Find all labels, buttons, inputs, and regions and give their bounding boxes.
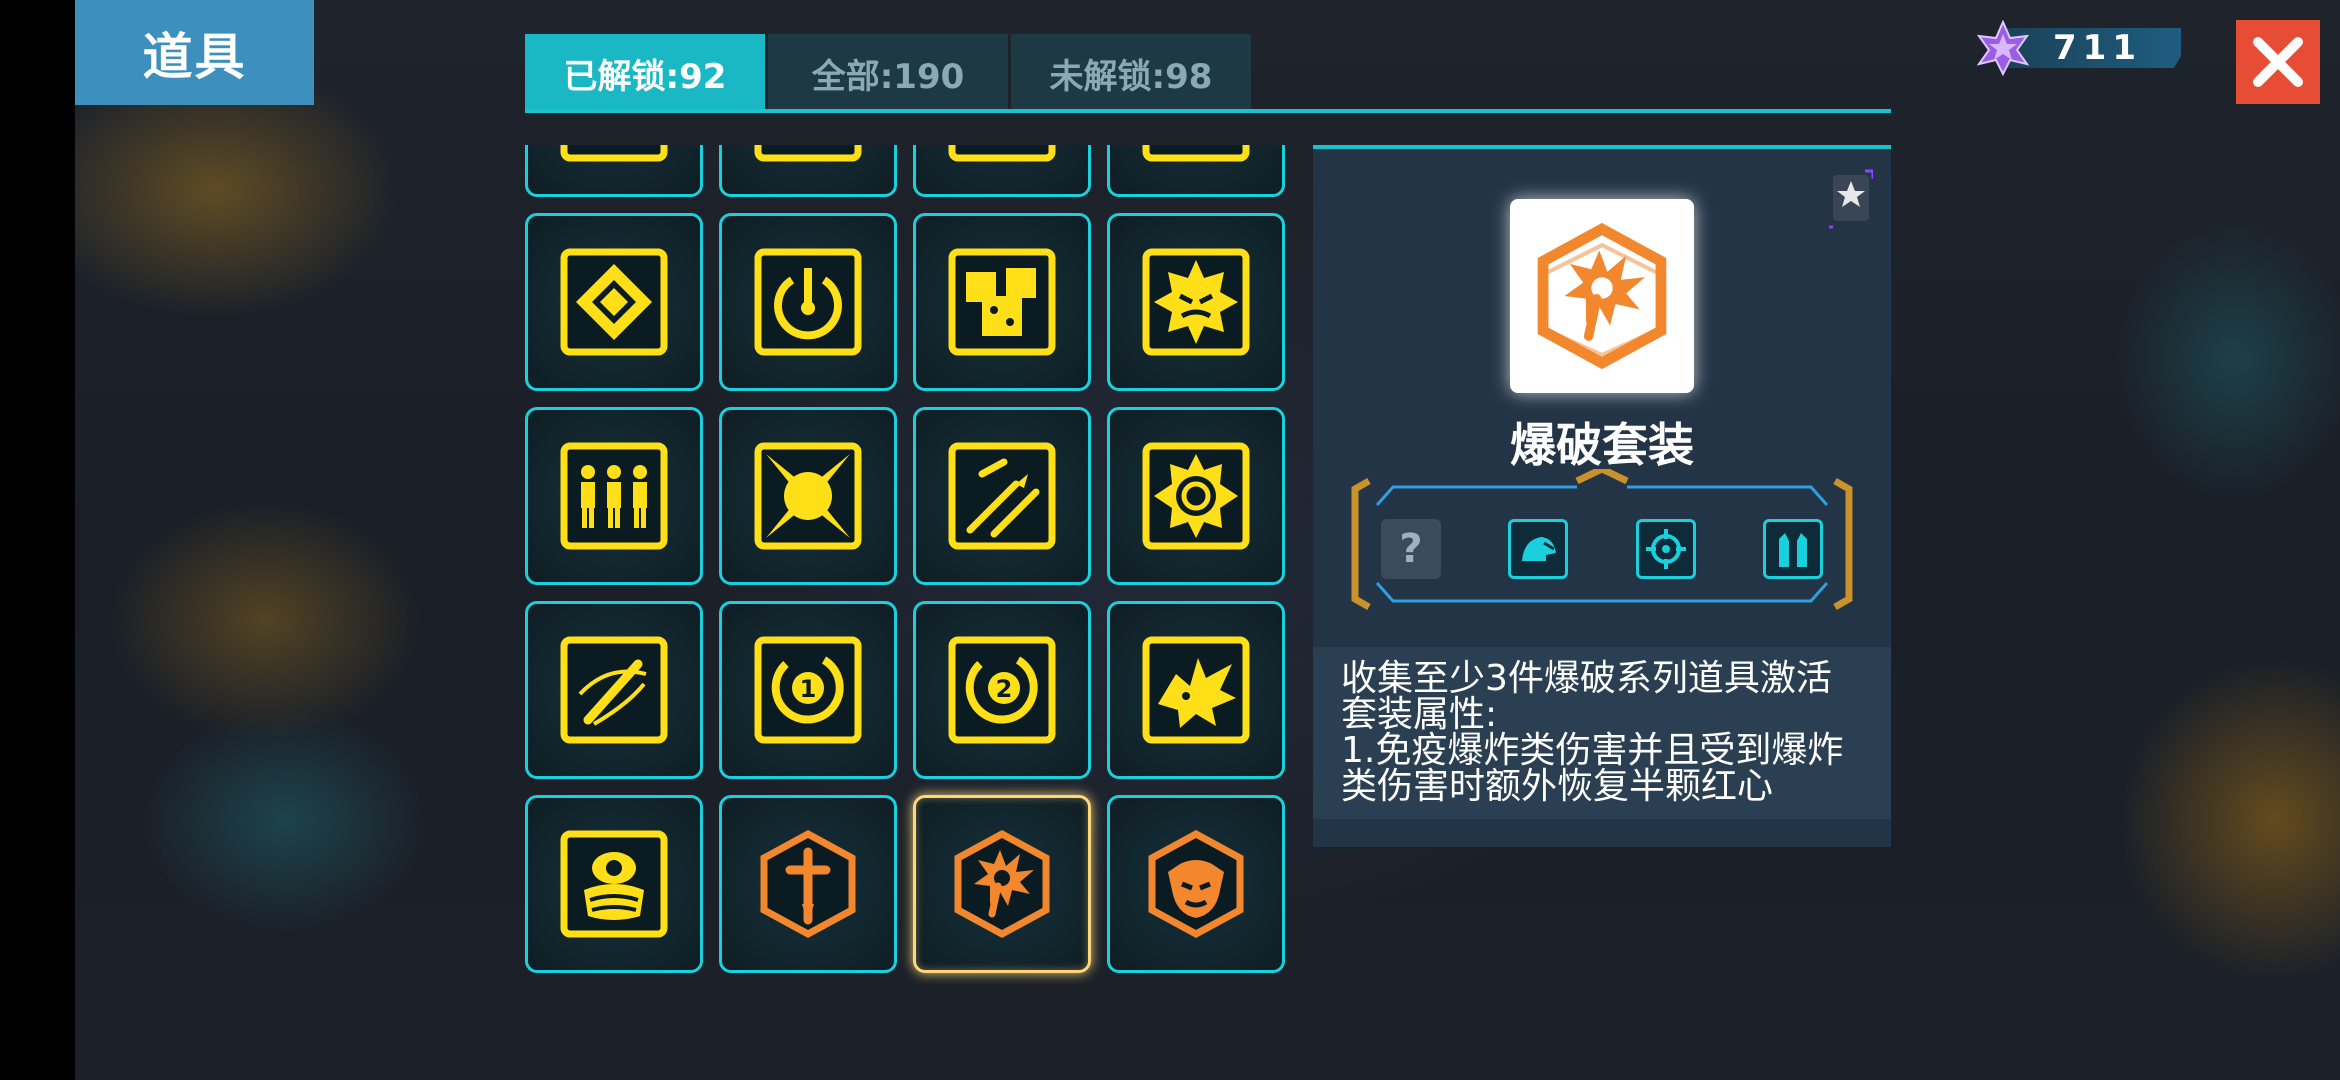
item-grid[interactable]: 1 2: [525, 145, 1285, 1035]
tab-all[interactable]: 全部:190: [768, 34, 1008, 112]
diamond-icon: [560, 248, 668, 356]
page-title-text: 道具: [142, 27, 247, 86]
description-line: 收集至少3件爆破系列道具激活: [1341, 658, 1832, 699]
crosshair-icon: [1645, 529, 1686, 569]
cycle-number: 1: [800, 675, 817, 703]
description-line: 1.免疫爆炸类伤害并且受到爆炸: [1341, 730, 1844, 771]
item-description: 收集至少3件爆破系列道具激活 套装属性: 1.免疫爆炸类伤害并且受到爆炸 类伤害…: [1313, 647, 1891, 819]
item-slot[interactable]: [525, 407, 703, 585]
tab-underline: [525, 109, 1891, 113]
tab-locked[interactable]: 未解锁:98: [1011, 34, 1251, 112]
description-line: 类伤害时额外恢复半颗红心: [1341, 766, 1774, 807]
item-slot[interactable]: [913, 213, 1091, 391]
item-slot[interactable]: [1107, 601, 1285, 779]
item-slot[interactable]: [1107, 213, 1285, 391]
item-slot[interactable]: [719, 795, 897, 973]
blast-hex-icon: [954, 830, 1050, 938]
cycle-number: 2: [996, 675, 1013, 703]
item-slot[interactable]: [1107, 795, 1285, 973]
cycle-one-icon: 1: [754, 636, 862, 744]
item-slot[interactable]: [719, 213, 897, 391]
item-slot[interactable]: [525, 145, 703, 197]
sword-hex-icon: [760, 830, 856, 938]
item-slot[interactable]: [1107, 407, 1285, 585]
set-items: ?: [1381, 519, 1823, 581]
item-slot[interactable]: [719, 407, 897, 585]
item-slot[interactable]: [525, 213, 703, 391]
set-item[interactable]: [1635, 519, 1696, 579]
item-slot[interactable]: [913, 145, 1091, 197]
star-orb-icon: [754, 442, 862, 550]
currency-value: 711: [2053, 28, 2142, 68]
tab-bar: 已解锁:92 全部:190 未解锁:98: [525, 34, 1251, 112]
item-slot[interactable]: [913, 407, 1091, 585]
set-item-unknown[interactable]: ?: [1381, 519, 1441, 579]
set-item[interactable]: [1508, 519, 1569, 579]
split-box-icon: [560, 145, 668, 162]
dice-icon: [948, 248, 1056, 356]
purple-star-icon: [1976, 20, 2030, 76]
item-slot[interactable]: [525, 601, 703, 779]
item-name: 爆破套装: [1510, 418, 1694, 472]
close-button[interactable]: [2236, 20, 2320, 104]
tray-icon: [948, 145, 1056, 162]
tab-unlocked[interactable]: 已解锁:92: [525, 34, 765, 112]
dragon-icon: [1142, 636, 1250, 744]
question-icon: ?: [1399, 526, 1423, 572]
angry-sun-icon: [1142, 248, 1250, 356]
set-item[interactable]: [1762, 519, 1823, 579]
item-slot[interactable]: 1: [719, 601, 897, 779]
blast-hex-icon: [1537, 222, 1667, 370]
slash-icon: [560, 636, 668, 744]
item-slot[interactable]: [719, 145, 897, 197]
description-line: 套装属性:: [1341, 694, 1498, 735]
vest-icon: [1778, 533, 1807, 567]
currency-display: 711: [1975, 20, 2181, 76]
target-ring-icon: [754, 145, 862, 162]
item-detail-panel: 爆破套装 ? 收集至少3件爆破系列道具激活 套装属性: 1.免疫爆炸类伤害并且受…: [1313, 145, 1891, 847]
cycle-two-icon: 2: [948, 636, 1056, 744]
diver-icon: [560, 830, 668, 938]
branch-icon: [1142, 145, 1250, 162]
helmet-icon: [1522, 537, 1557, 561]
item-slot[interactable]: 2: [913, 601, 1091, 779]
demon-hex-icon: [1148, 830, 1244, 938]
close-icon: [2253, 37, 2303, 87]
item-slot-selected[interactable]: [913, 795, 1091, 973]
page-title: 道具: [75, 0, 314, 105]
item-slot[interactable]: [1107, 145, 1285, 197]
three-people-icon: [560, 442, 668, 550]
item-slot[interactable]: [525, 795, 703, 973]
selected-item-icon: [1510, 199, 1694, 393]
spiky-ring-icon: [1142, 442, 1250, 550]
pin-badge-icon: [1829, 169, 1873, 229]
missiles-icon: [948, 442, 1056, 550]
power-ring-icon: [754, 248, 862, 356]
